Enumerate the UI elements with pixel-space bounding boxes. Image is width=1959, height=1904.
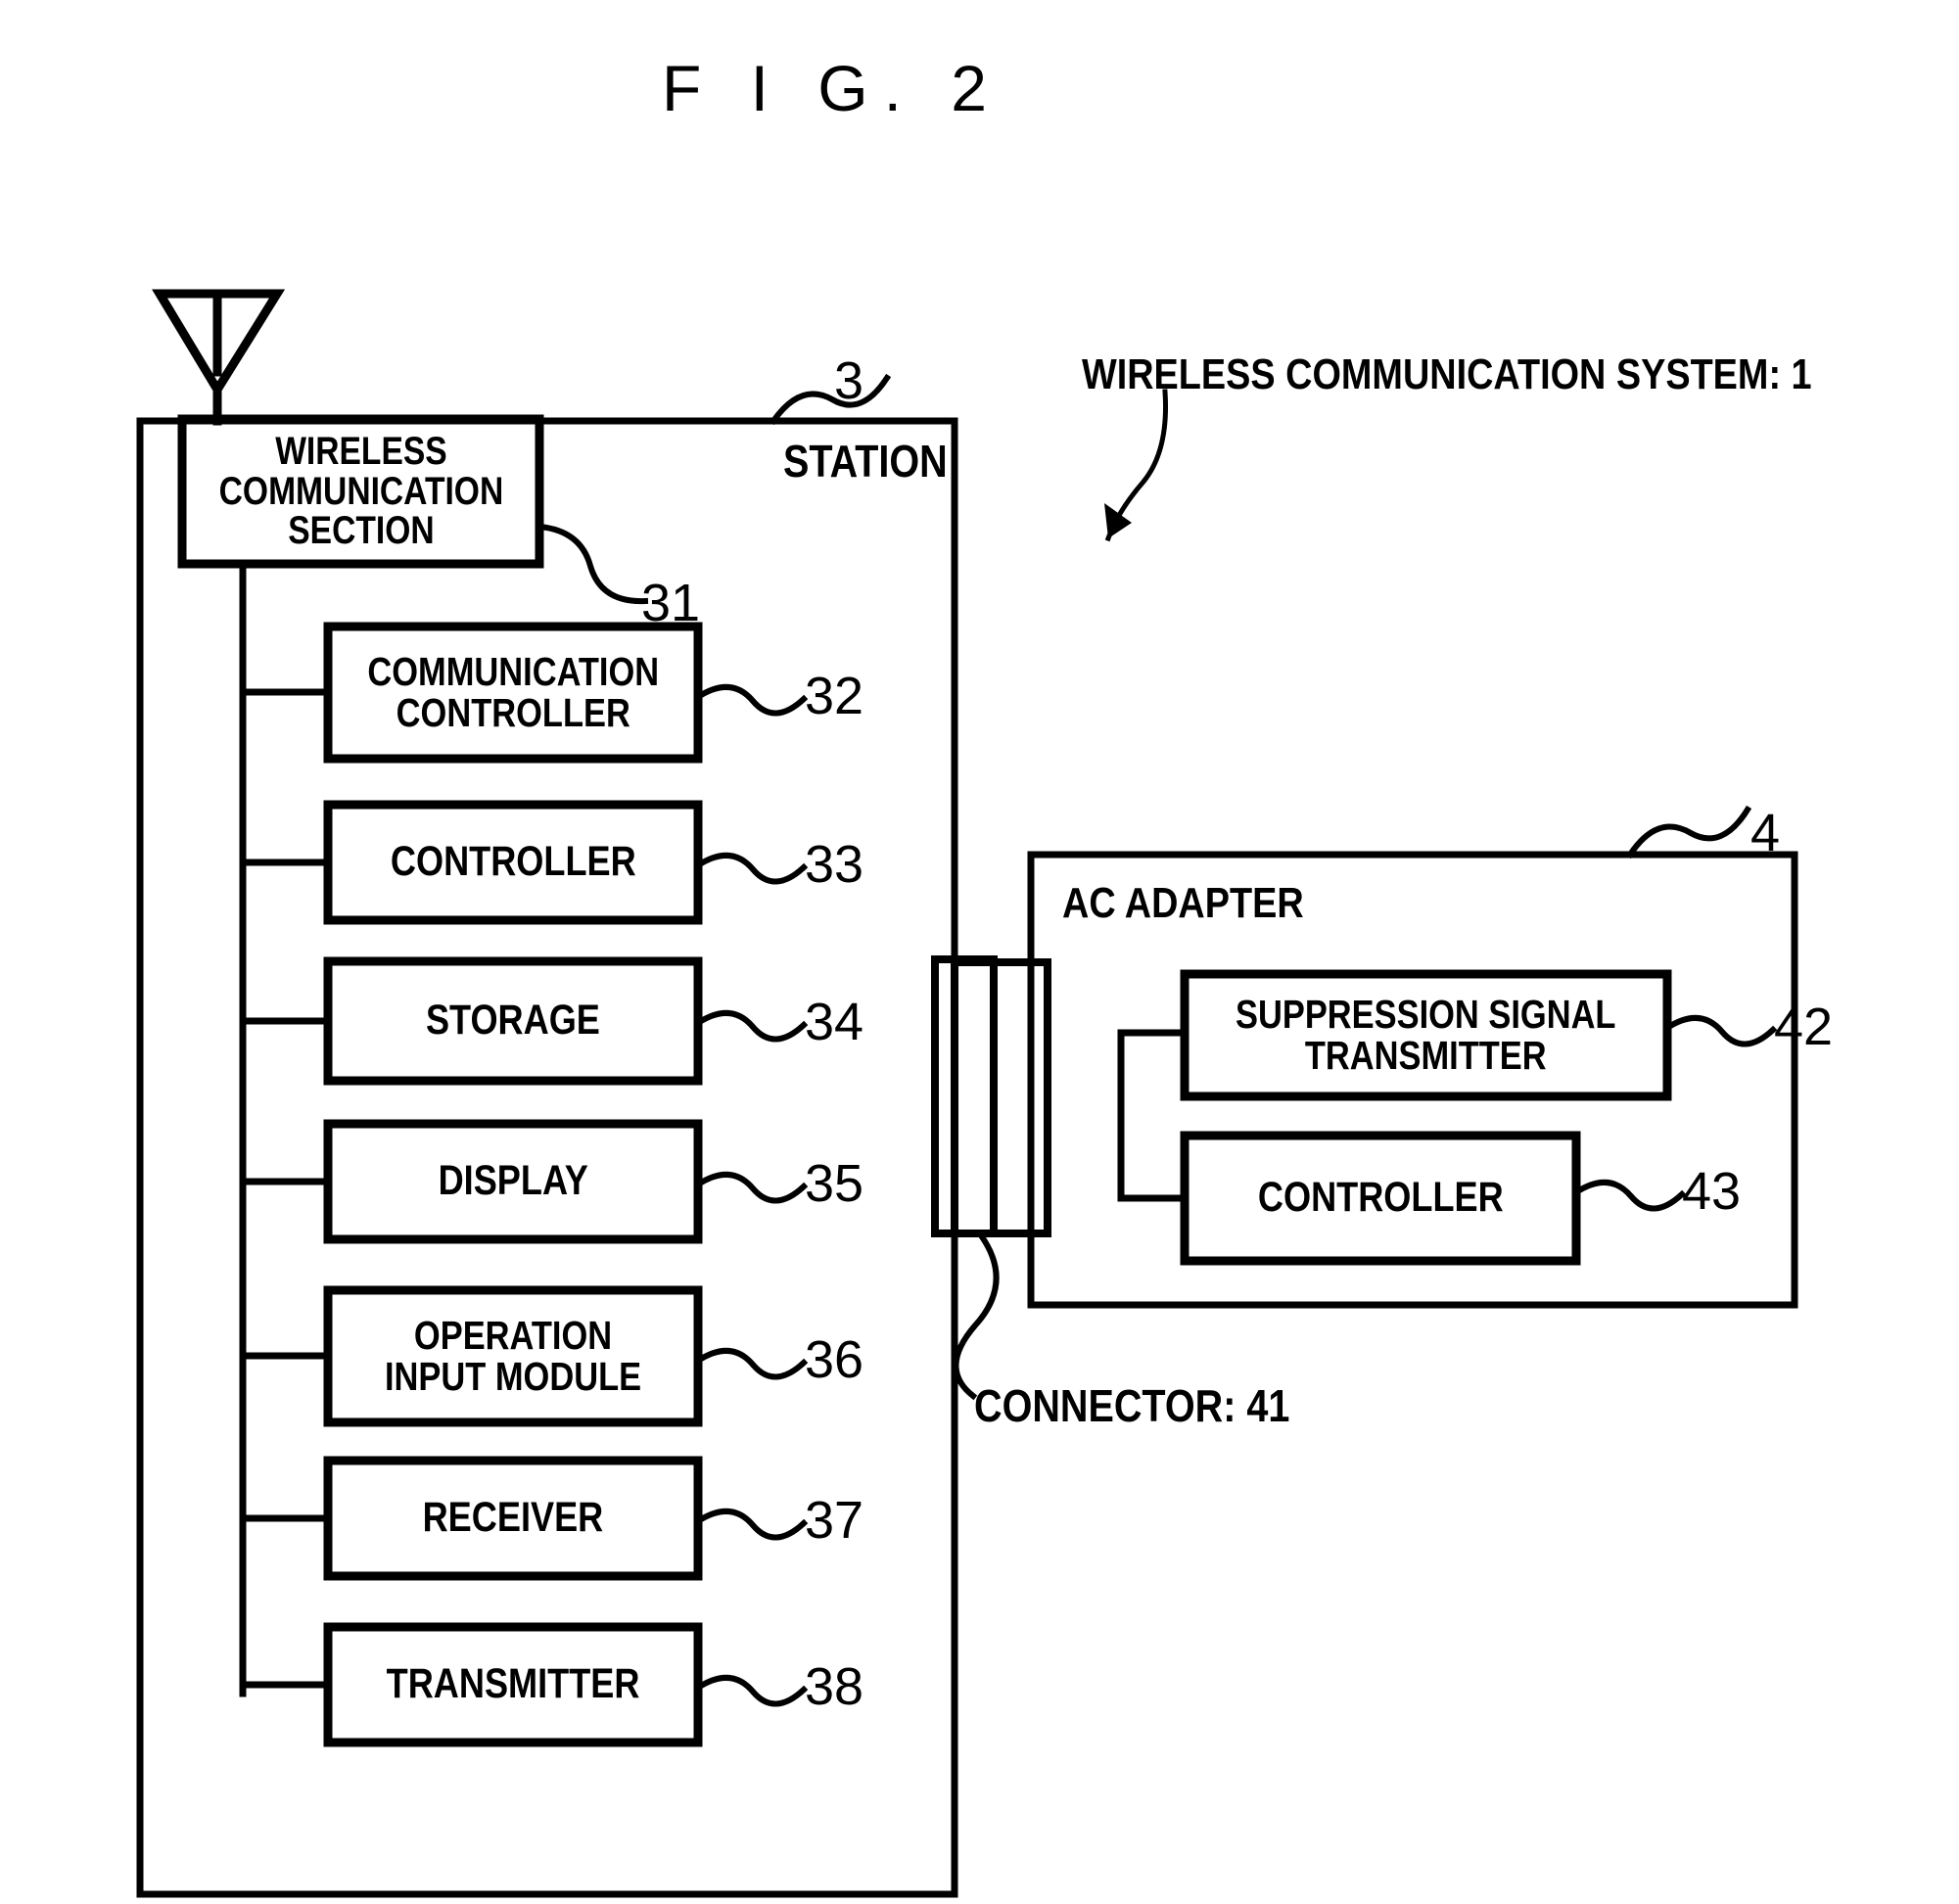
ref-31: 31 bbox=[641, 574, 701, 632]
leader-3 bbox=[769, 373, 892, 426]
oim-line-2: INPUT MODULE bbox=[384, 1353, 642, 1399]
wcs-line-1: WIRELESS bbox=[274, 429, 447, 473]
transmitter-label: TRANSMITTER bbox=[328, 1627, 698, 1742]
leader-4 bbox=[1625, 805, 1752, 859]
sst-line-2: TRANSMITTER bbox=[1305, 1032, 1547, 1078]
wcs-line-2: COMMUNICATION bbox=[218, 469, 503, 513]
ref-35: 35 bbox=[805, 1154, 864, 1213]
ref-36: 36 bbox=[805, 1330, 864, 1389]
cc-line-1: COMMUNICATION bbox=[367, 648, 659, 694]
leader-32 bbox=[693, 683, 809, 717]
leader-38 bbox=[693, 1674, 809, 1707]
ref-33: 33 bbox=[805, 835, 864, 894]
display-label: DISPLAY bbox=[328, 1124, 698, 1239]
transmitter-line-1: TRANSMITTER bbox=[386, 1660, 640, 1708]
ctrl-line-1: CONTROLLER bbox=[390, 838, 636, 886]
patent-figure-page: F I G. 2 STATION WIRELESS COMMUNICATION … bbox=[0, 0, 1959, 1904]
leader-31 bbox=[536, 523, 649, 605]
display-line-1: DISPLAY bbox=[438, 1157, 588, 1205]
receiver-label: RECEIVER bbox=[328, 1461, 698, 1576]
ac-adapter-label: AC ADAPTER bbox=[1062, 879, 1304, 927]
receiver-line-1: RECEIVER bbox=[422, 1494, 604, 1542]
leader-42 bbox=[1662, 1014, 1778, 1047]
leader-36 bbox=[693, 1347, 809, 1380]
ac-ctrl-line-1: CONTROLLER bbox=[1257, 1174, 1504, 1222]
ref-34: 34 bbox=[805, 993, 864, 1051]
sst-line-1: SUPPRESSION SIGNAL bbox=[1236, 991, 1616, 1037]
connector-label: CONNECTOR: 41 bbox=[974, 1380, 1290, 1431]
ref-37: 37 bbox=[805, 1491, 864, 1550]
ref-38: 38 bbox=[805, 1657, 864, 1716]
oim-line-1: OPERATION bbox=[413, 1312, 613, 1358]
ref-4: 4 bbox=[1750, 804, 1781, 862]
cc-line-2: CONTROLLER bbox=[396, 689, 630, 735]
diagram-artwork bbox=[136, 289, 1798, 1898]
wireless-communication-section-label: WIRELESS COMMUNICATION SECTION bbox=[182, 419, 539, 564]
station-label: STATION bbox=[783, 436, 948, 487]
leader-33 bbox=[693, 852, 809, 885]
controller-label: CONTROLLER bbox=[328, 805, 698, 920]
operation-input-module-label: OPERATION INPUT MODULE bbox=[328, 1290, 698, 1422]
leader-43 bbox=[1571, 1179, 1687, 1212]
leader-34 bbox=[693, 1009, 809, 1043]
leader-connector bbox=[953, 1231, 1000, 1401]
ref-3: 3 bbox=[834, 351, 864, 410]
ref-42: 42 bbox=[1774, 998, 1834, 1056]
communication-controller-label: COMMUNICATION CONTROLLER bbox=[328, 627, 698, 759]
storage-label: STORAGE bbox=[328, 961, 698, 1081]
ac-adapter-controller-label: CONTROLLER bbox=[1185, 1136, 1576, 1261]
connector-plate-left bbox=[931, 955, 998, 1237]
leader-37 bbox=[693, 1508, 809, 1541]
suppression-signal-transmitter-label: SUPPRESSION SIGNAL TRANSMITTER bbox=[1185, 974, 1667, 1096]
ref-43: 43 bbox=[1682, 1162, 1742, 1221]
wireless-communication-system-label: WIRELESS COMMUNICATION SYSTEM: 1 bbox=[1082, 350, 1812, 398]
ref-32: 32 bbox=[805, 667, 864, 725]
wcs-line-3: SECTION bbox=[287, 509, 435, 553]
storage-line-1: STORAGE bbox=[426, 997, 600, 1045]
leader-system-1-arrowhead bbox=[1104, 503, 1132, 538]
leader-35 bbox=[693, 1171, 809, 1204]
